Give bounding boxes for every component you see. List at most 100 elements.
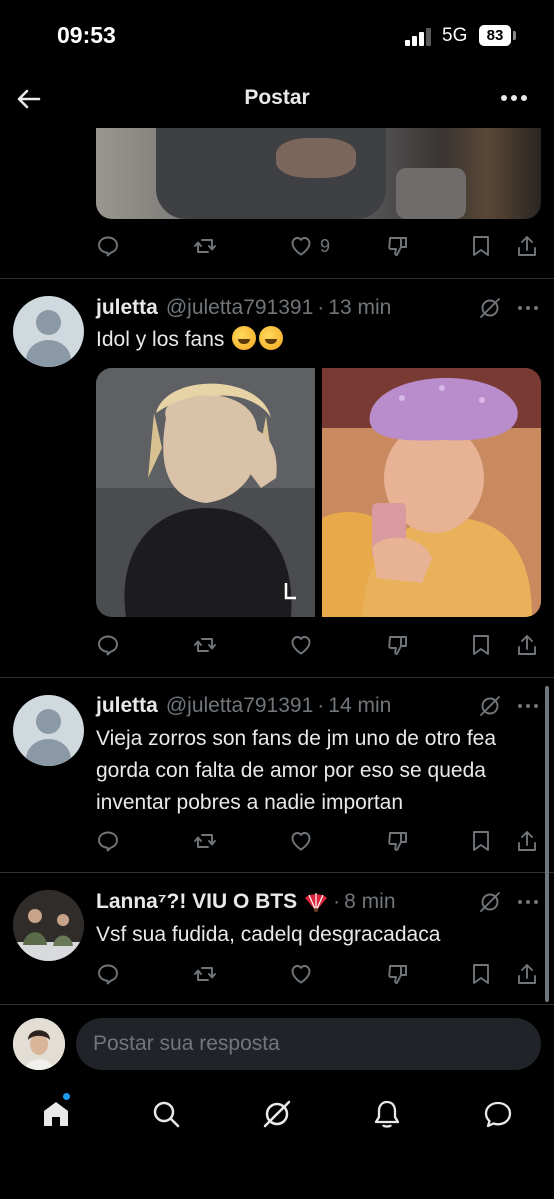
thumbs-down-icon	[388, 237, 407, 256]
fan-emoji-icon	[305, 893, 328, 912]
grok-icon[interactable]	[261, 1098, 293, 1130]
heart-icon	[291, 636, 311, 655]
grok-icon[interactable]	[478, 694, 502, 718]
tweet-header: juletta @juletta791391 · 13 min	[96, 294, 391, 322]
rofl-emoji-icon	[259, 326, 284, 350]
repost-button[interactable]	[193, 630, 217, 660]
display-name[interactable]: Lanna⁷?! VIU O BTS	[96, 890, 297, 914]
reply-icon	[98, 964, 118, 985]
post-action-bar: 9	[96, 231, 541, 261]
like-count: 9	[320, 235, 331, 256]
like-button[interactable]	[289, 630, 313, 660]
tweet-image-left[interactable]	[96, 368, 315, 617]
battery-tip	[513, 31, 516, 40]
dislike-button[interactable]	[386, 630, 410, 660]
repost-button[interactable]	[193, 231, 217, 261]
scrollbar[interactable]	[545, 686, 549, 1002]
grok-icon[interactable]	[478, 296, 502, 320]
bookmark-icon	[473, 635, 489, 655]
tweet-action-bar	[96, 630, 541, 660]
like-button[interactable]	[289, 826, 313, 856]
reply-input[interactable]: Postar sua resposta	[76, 1018, 541, 1070]
share-button[interactable]	[515, 231, 539, 261]
notification-dot	[62, 1092, 71, 1101]
divider	[0, 872, 554, 873]
post-header: Postar	[0, 72, 554, 126]
back-arrow-icon[interactable]	[14, 84, 44, 114]
reply-button[interactable]	[96, 630, 120, 660]
avatar[interactable]	[13, 890, 84, 961]
timestamp[interactable]: 8 min	[344, 890, 395, 914]
bookmark-button[interactable]	[469, 826, 493, 856]
reply-button[interactable]	[96, 959, 120, 989]
dislike-button[interactable]	[386, 959, 410, 989]
tweet-text: Vieja zorros son fans de jm uno de otro …	[96, 727, 497, 814]
thumbs-down-icon	[388, 832, 407, 851]
bookmark-button[interactable]	[469, 630, 493, 660]
share-button[interactable]	[515, 826, 539, 856]
reply-icon	[98, 635, 118, 656]
own-avatar[interactable]	[13, 1018, 65, 1070]
reply-button[interactable]	[96, 231, 120, 261]
tweet-text: Idol y los fans	[96, 324, 541, 356]
repost-icon	[194, 967, 216, 981]
tweet-image-right[interactable]	[322, 368, 541, 617]
timestamp[interactable]: 14 min	[328, 694, 391, 718]
share-icon	[518, 831, 536, 851]
divider	[0, 677, 554, 678]
more-options-icon[interactable]	[498, 86, 530, 110]
like-button[interactable]	[289, 959, 313, 989]
notifications-icon[interactable]	[371, 1098, 403, 1130]
search-icon[interactable]	[150, 1098, 182, 1130]
bookmark-icon	[473, 964, 489, 984]
status-bar: 09:53 5G 83	[0, 0, 554, 72]
avatar[interactable]	[13, 296, 84, 367]
tweet-text: Vsf sua fudida, cadelq desgracadaca	[96, 923, 441, 946]
status-time: 09:53	[57, 22, 116, 48]
share-button[interactable]	[515, 959, 539, 989]
network-type: 5G	[442, 25, 468, 46]
dislike-button[interactable]	[386, 231, 410, 261]
tweet-header: Lanna⁷?! VIU O BTS · 8 min	[96, 888, 396, 916]
battery-level: 83	[479, 25, 511, 46]
signal-icon	[405, 28, 435, 46]
reply-button[interactable]	[96, 826, 120, 856]
user-handle[interactable]: @juletta791391	[166, 694, 313, 718]
separator-dot: ·	[333, 890, 341, 913]
tweet-body: Idol y los fans	[96, 328, 225, 351]
repost-button[interactable]	[193, 826, 217, 856]
more-icon[interactable]	[516, 890, 540, 914]
repost-icon	[194, 834, 216, 848]
tweet-header: juletta @juletta791391 · 14 min	[96, 692, 391, 720]
share-button[interactable]	[515, 630, 539, 660]
bottom-tab-bar	[0, 1086, 554, 1146]
repost-icon	[194, 638, 216, 652]
grok-icon[interactable]	[478, 890, 502, 914]
tweet-action-bar	[96, 959, 541, 989]
post-media[interactable]	[96, 128, 541, 219]
display-name[interactable]: juletta	[96, 694, 158, 718]
like-button[interactable]: 9	[289, 231, 330, 261]
repost-button[interactable]	[193, 959, 217, 989]
home-indicator	[140, 1184, 414, 1190]
dislike-button[interactable]	[386, 826, 410, 856]
more-icon[interactable]	[516, 694, 540, 718]
messages-icon[interactable]	[482, 1098, 514, 1130]
home-icon[interactable]	[40, 1098, 72, 1130]
bookmark-icon	[473, 236, 489, 256]
more-icon[interactable]	[516, 296, 540, 320]
timestamp[interactable]: 13 min	[328, 296, 391, 320]
rofl-emoji-icon	[232, 326, 257, 350]
share-icon	[518, 964, 536, 984]
display-name[interactable]: juletta	[96, 296, 158, 320]
heart-icon	[291, 965, 311, 984]
avatar[interactable]	[13, 695, 84, 766]
bookmark-icon	[473, 831, 489, 851]
bookmark-button[interactable]	[469, 231, 493, 261]
divider	[0, 278, 554, 279]
user-handle[interactable]: @juletta791391	[166, 296, 313, 320]
repost-icon	[194, 239, 216, 253]
bookmark-button[interactable]	[469, 959, 493, 989]
page-title: Postar	[244, 86, 310, 109]
heart-icon	[291, 832, 311, 851]
